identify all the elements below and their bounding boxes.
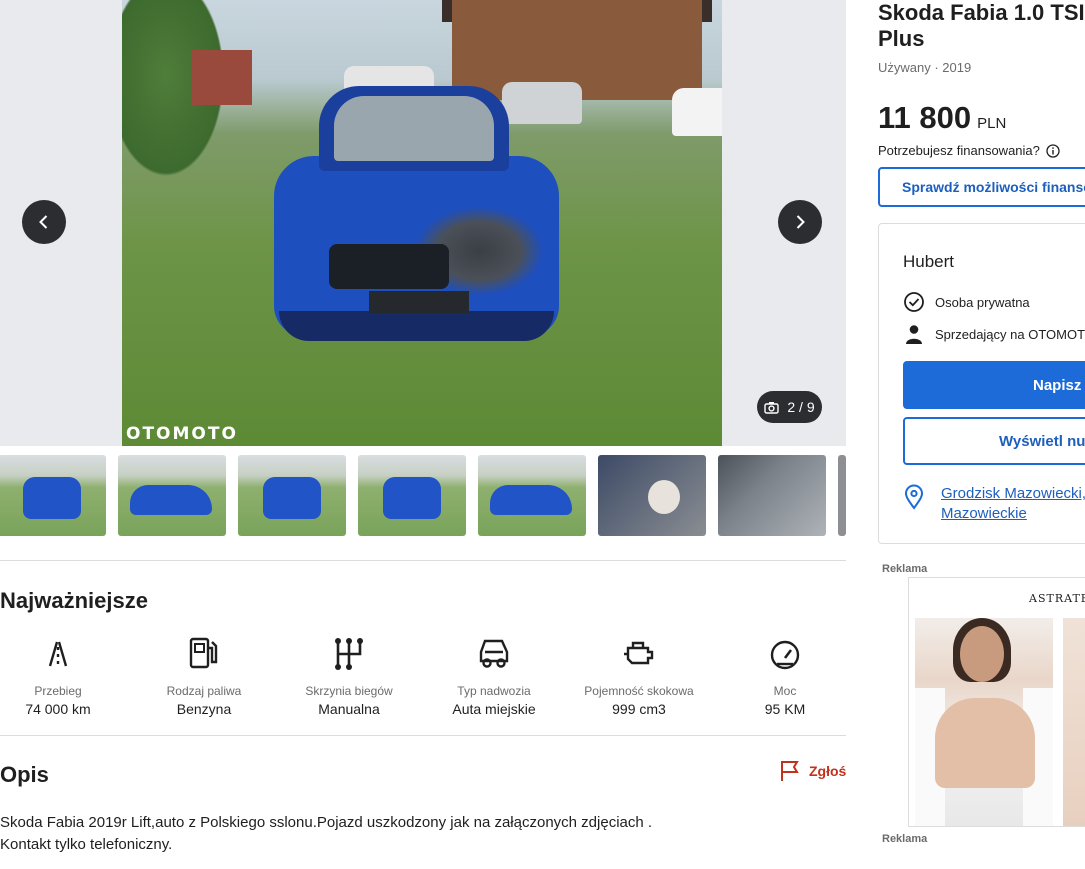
- seller-type: Osoba prywatna: [935, 294, 1030, 310]
- spec-value: 95 KM: [764, 701, 806, 717]
- finance-question: Potrzebujesz finansowania?: [878, 143, 1060, 158]
- listing-title-line: Skoda Fabia 1.0 TSI: [878, 0, 1085, 25]
- damaged-car-image: [274, 86, 559, 348]
- main-photo[interactable]: OTOMOTO: [122, 0, 722, 446]
- road-icon: [48, 641, 68, 667]
- listing-title-line: Plus: [878, 26, 925, 51]
- seller-member-since: Sprzedający na OTOMOTO od: [935, 326, 1085, 342]
- speedometer-icon: [770, 640, 800, 670]
- spec-gearbox: Skrzynia biegów Manualna: [279, 634, 419, 717]
- finance-question-text: Potrzebujesz finansowania?: [878, 143, 1040, 158]
- spec-value: 74 000 km: [25, 701, 91, 717]
- listing-title: Skoda Fabia 1.0 TSI Plus: [878, 0, 1085, 52]
- ad-brand: ASTRATEX: [1029, 592, 1085, 605]
- location-pin-icon: [904, 484, 924, 510]
- location-link[interactable]: Grodzisk Mazowiecki, Mazowieckie: [941, 484, 1085, 524]
- spec-label: Pojemność skokowa: [584, 684, 694, 698]
- report-label: Zgłoś: [809, 763, 847, 779]
- description-line: Kontakt tylko telefoniczny.: [0, 836, 173, 853]
- thumbnail-strip: [0, 455, 846, 536]
- report-button[interactable]: Zgłoś: [779, 760, 846, 782]
- spec-body-type: Typ nadwozia Auta miejskie: [424, 634, 564, 717]
- engine-icon: [624, 641, 654, 665]
- thumbnail[interactable]: [0, 455, 106, 536]
- seller-member-row: Sprzedający na OTOMOTO od: [903, 323, 1085, 345]
- highlights-heading: Najważniejsze: [0, 588, 148, 613]
- thumbnail[interactable]: [838, 455, 846, 536]
- seller-card: Hubert Osoba prywatna Sprzedający na OTO…: [878, 223, 1085, 544]
- watermark: OTOMOTO: [126, 424, 238, 444]
- listing-subtitle: Używany · 2019: [878, 60, 972, 75]
- show-phone-label: Wyświetl numer: [999, 432, 1085, 450]
- spec-label: Moc: [773, 684, 797, 698]
- message-button[interactable]: Napisz: [903, 361, 1085, 409]
- chevron-right-icon: [796, 215, 805, 229]
- spec-value: Manualna: [318, 701, 380, 717]
- gearbox-icon: [335, 638, 363, 670]
- spec-mileage: Przebieg 74 000 km: [0, 634, 128, 717]
- fuel-pump-icon: [189, 637, 218, 669]
- listing-page: OTOMOTO 2 / 9 Najważniejsze Przebieg 74 …: [0, 0, 1085, 869]
- show-phone-button[interactable]: Wyświetl numer: [903, 417, 1085, 465]
- thumbnail[interactable]: [238, 455, 346, 536]
- camera-icon: [764, 401, 780, 414]
- message-button-label: Napisz: [1033, 376, 1082, 394]
- thumbnail[interactable]: [358, 455, 466, 536]
- advertisement[interactable]: ASTRATEX: [908, 577, 1085, 827]
- ad-image: [915, 618, 1053, 826]
- price-amount: 11 800: [878, 100, 972, 135]
- car-body-icon: [479, 639, 509, 668]
- check-circle-icon: [904, 292, 924, 312]
- seller-type-row: Osoba prywatna: [903, 291, 1030, 313]
- previous-photo-button[interactable]: [22, 200, 66, 244]
- spec-value: 999 cm3: [612, 701, 666, 717]
- price: 11 800 PLN: [878, 100, 1006, 136]
- person-icon: [906, 325, 922, 344]
- check-financing-label: Sprawdź możliwości finansowania: [902, 179, 1085, 195]
- check-financing-button[interactable]: Sprawdź możliwości finansowania: [878, 167, 1085, 207]
- spec-label: Typ nadwozia: [457, 684, 531, 698]
- spec-value: Auta miejskie: [452, 701, 536, 717]
- thumbnail[interactable]: [718, 455, 826, 536]
- location-line: Mazowieckie: [941, 505, 1027, 522]
- price-currency: PLN: [977, 115, 1007, 132]
- photo-counter: 2 / 9: [757, 391, 822, 423]
- ad-label: Reklama: [882, 563, 928, 575]
- thumbnail[interactable]: [598, 455, 706, 536]
- location-line: Grodzisk Mazowiecki,: [941, 485, 1085, 502]
- chevron-left-icon: [39, 215, 48, 229]
- description-line: Skoda Fabia 2019r Lift,auto z Polskiego …: [0, 814, 653, 831]
- seller-name: Hubert: [903, 252, 955, 271]
- spec-fuel: Rodzaj paliwa Benzyna: [134, 634, 274, 717]
- info-icon[interactable]: [1046, 143, 1060, 158]
- description-heading: Opis: [0, 762, 49, 787]
- flag-icon: [781, 761, 799, 781]
- divider: [0, 560, 846, 561]
- thumbnail[interactable]: [478, 455, 586, 536]
- spec-label: Przebieg: [34, 684, 82, 698]
- divider: [0, 735, 846, 736]
- ad-label: Reklama: [882, 833, 928, 845]
- description-text: Skoda Fabia 2019r Lift,auto z Polskiego …: [0, 812, 820, 856]
- spec-label: Rodzaj paliwa: [166, 684, 242, 698]
- photo-gallery: OTOMOTO 2 / 9: [0, 0, 846, 446]
- thumbnail[interactable]: [118, 455, 226, 536]
- spec-value: Benzyna: [176, 701, 232, 717]
- ad-image: [1063, 618, 1085, 826]
- spec-label: Skrzynia biegów: [305, 684, 393, 698]
- spec-engine: Pojemność skokowa 999 cm3: [569, 634, 709, 717]
- photo-counter-text: 2 / 9: [787, 399, 815, 415]
- spec-power: Moc 95 KM: [715, 634, 855, 717]
- location[interactable]: Grodzisk Mazowiecki, Mazowieckie: [903, 484, 1085, 524]
- next-photo-button[interactable]: [778, 200, 822, 244]
